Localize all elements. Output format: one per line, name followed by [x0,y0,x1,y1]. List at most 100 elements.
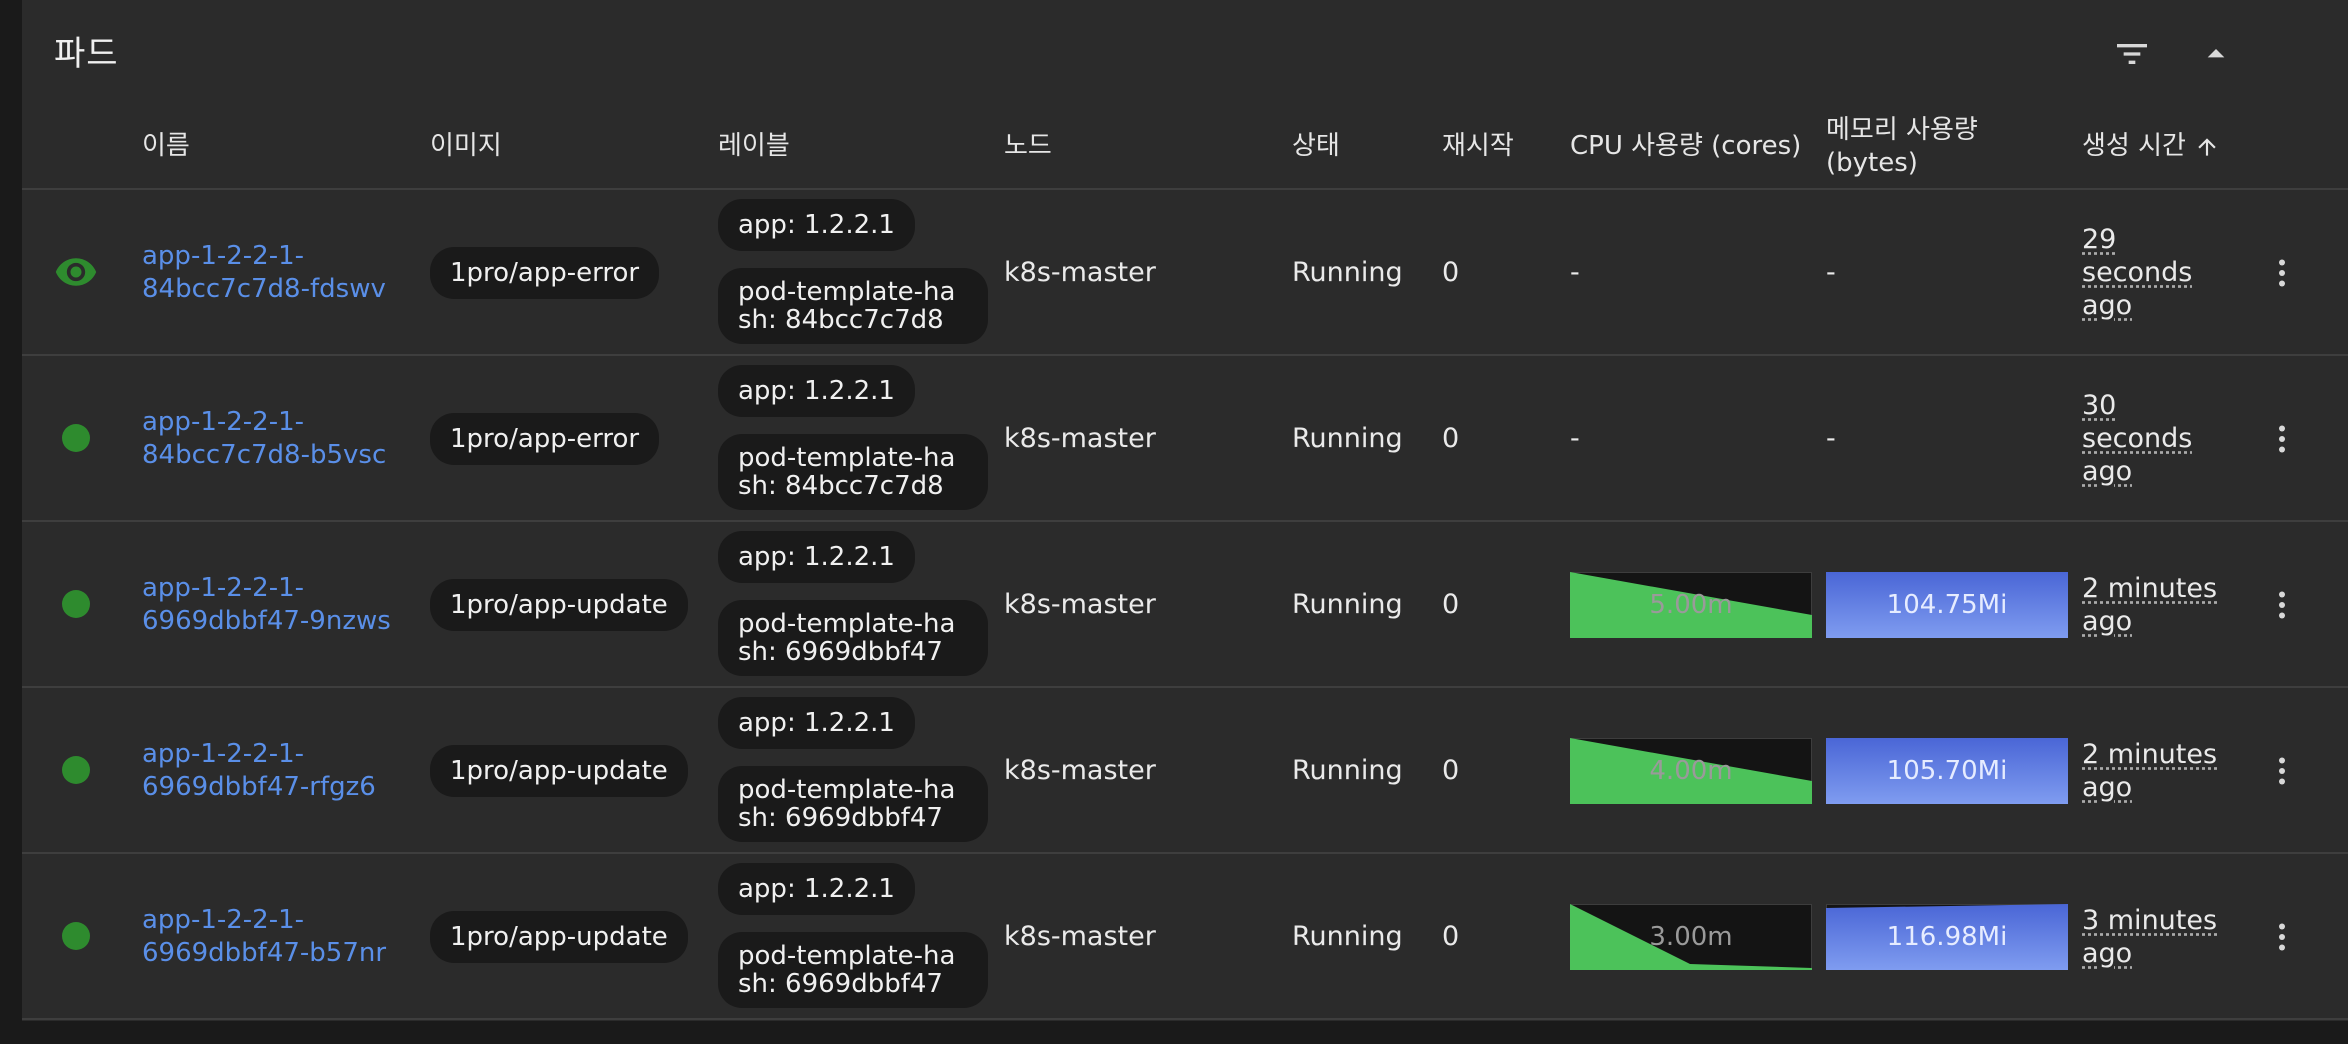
table-row[interactable]: app-1-2-2-1- 84bcc7c7d8-b5vsc 1pro/app-e… [22,356,2348,522]
created-time-line: ago [2082,938,2133,969]
restarts-cell: 0 [1442,257,1460,288]
column-header-created-label: 생성 시간 [2082,131,2186,161]
cpu-value: 3.00m [1649,922,1733,952]
pods-panel: 파드 이름 이미지 레이블 노드 상태 재시작 CPU 사용량 (cores) … [22,0,2348,1021]
restarts-cell: 0 [1442,423,1460,454]
image-chip: 1pro/app-update [430,579,688,631]
created-time: 2 minutes ago [2082,572,2222,638]
created-time-line: ago [2082,772,2133,803]
table-row[interactable]: app-1-2-2-1- 6969dbbf47-9nzws 1pro/app-u… [22,522,2348,688]
restarts-cell: 0 [1442,755,1460,786]
created-time-line: 3 minutes [2082,905,2218,936]
memory-cell: - [1826,423,1836,454]
node-cell: k8s-master [1004,589,1156,620]
created-time: 30 seconds ago [2082,389,2222,488]
image-chip: 1pro/app-update [430,745,688,797]
created-time: 3 minutes ago [2082,904,2222,970]
pod-name-line2: 6969dbbf47-rfgz6 [142,772,376,802]
status-dot [62,590,90,618]
node-cell: k8s-master [1004,423,1156,454]
label-chip-app: app: 1.2.2.1 [718,697,915,749]
cpu-value: 5.00m [1649,590,1733,620]
column-header-cpu[interactable]: CPU 사용량 (cores) [1570,130,1801,163]
status-cell: Running [1292,589,1403,620]
label-chip-app: app: 1.2.2.1 [718,199,915,251]
pod-name-line2: 84bcc7c7d8-b5vsc [142,440,387,470]
created-time: 29 seconds ago [2082,223,2222,322]
pod-name-line1: app-1-2-2-1- [142,905,305,935]
restarts-cell: 0 [1442,921,1460,952]
node-cell: k8s-master [1004,257,1156,288]
node-cell: k8s-master [1004,921,1156,952]
label-chip-app: app: 1.2.2.1 [718,863,915,915]
status-cell: Running [1292,257,1403,288]
label-chip-hash: pod-template-hash: 84bcc7c7d8 [718,268,988,344]
table-row[interactable]: app-1-2-2-1- 6969dbbf47-rfgz6 1pro/app-u… [22,688,2348,854]
status-cell: Running [1292,921,1403,952]
node-cell: k8s-master [1004,755,1156,786]
more-vert-icon[interactable] [2262,415,2302,463]
restarts-cell: 0 [1442,589,1460,620]
more-vert-icon[interactable] [2262,249,2302,297]
panel-title: 파드 [54,34,119,74]
more-vert-icon[interactable] [2262,581,2302,629]
status-dot [62,922,90,950]
pod-name-line1: app-1-2-2-1- [142,573,305,603]
label-chip-hash: pod-template-hash: 84bcc7c7d8 [718,434,988,510]
status-cell: Running [1292,755,1403,786]
chevron-up-icon[interactable] [2192,30,2240,78]
row-divider [22,1018,2348,1020]
column-header-labels[interactable]: 레이블 [718,130,790,163]
image-chip: 1pro/app-error [430,413,660,465]
pod-name-link[interactable]: app-1-2-2-1- 6969dbbf47-9nzws [142,572,402,638]
column-header-memory[interactable]: 메모리 사용량 (bytes) [1826,114,1978,180]
created-time-line: seconds [2082,423,2193,454]
label-chip-app: app: 1.2.2.1 [718,531,915,583]
filter-icon[interactable] [2108,30,2156,78]
image-chip: 1pro/app-update [430,911,688,963]
column-header-created[interactable]: 생성 시간 [2082,130,2220,163]
created-time-line: 2 minutes [2082,573,2218,604]
pod-name-link[interactable]: app-1-2-2-1- 6969dbbf47-b57nr [142,904,402,970]
pod-name-link[interactable]: app-1-2-2-1- 84bcc7c7d8-b5vsc [142,406,402,472]
created-time: 2 minutes ago [2082,738,2222,804]
label-chip-hash: pod-template-hash: 6969dbbf47 [718,766,988,842]
created-time-line: ago [2082,290,2133,321]
eye-icon [54,250,98,294]
cpu-cell: - [1570,423,1580,454]
status-dot [62,424,90,452]
column-header-memory-line2: (bytes) [1826,148,1918,178]
cpu-value: 4.00m [1649,756,1733,786]
pod-name-line1: app-1-2-2-1- [142,407,305,437]
pod-name-link[interactable]: app-1-2-2-1- 6969dbbf47-rfgz6 [142,738,402,804]
memory-value: 116.98Mi [1886,922,2008,952]
column-header-status[interactable]: 상태 [1292,130,1340,163]
status-cell: Running [1292,423,1403,454]
label-chip-hash: pod-template-hash: 6969dbbf47 [718,932,988,1008]
memory-value: 104.75Mi [1886,590,2008,620]
created-time-line: 29 [2082,224,2117,255]
pod-name-line2: 6969dbbf47-b57nr [142,938,387,968]
cpu-cell: - [1570,257,1580,288]
pod-name-link[interactable]: app-1-2-2-1- 84bcc7c7d8-fdswv [142,240,402,306]
column-header-restarts[interactable]: 재시작 [1442,130,1514,163]
more-vert-icon[interactable] [2262,747,2302,795]
column-header-image[interactable]: 이미지 [430,130,502,163]
created-time-line: seconds [2082,257,2193,288]
created-time-line: ago [2082,456,2133,487]
created-time-line: 2 minutes [2082,739,2218,770]
label-chip-app: app: 1.2.2.1 [718,365,915,417]
pod-name-line2: 84bcc7c7d8-fdswv [142,274,386,304]
pod-name-line2: 6969dbbf47-9nzws [142,606,391,636]
arrow-up-icon [2198,137,2216,156]
column-header-node[interactable]: 노드 [1004,130,1052,163]
created-time-line: 30 [2082,390,2117,421]
column-header-name[interactable]: 이름 [142,130,190,163]
memory-value: 105.70Mi [1886,756,2008,786]
table-row[interactable]: app-1-2-2-1- 84bcc7c7d8-fdswv 1pro/app-e… [22,190,2348,356]
memory-cell: - [1826,257,1836,288]
label-chip-hash: pod-template-hash: 6969dbbf47 [718,600,988,676]
created-time-line: ago [2082,606,2133,637]
more-vert-icon[interactable] [2262,913,2302,961]
table-row[interactable]: app-1-2-2-1- 6969dbbf47-b57nr 1pro/app-u… [22,854,2348,1020]
